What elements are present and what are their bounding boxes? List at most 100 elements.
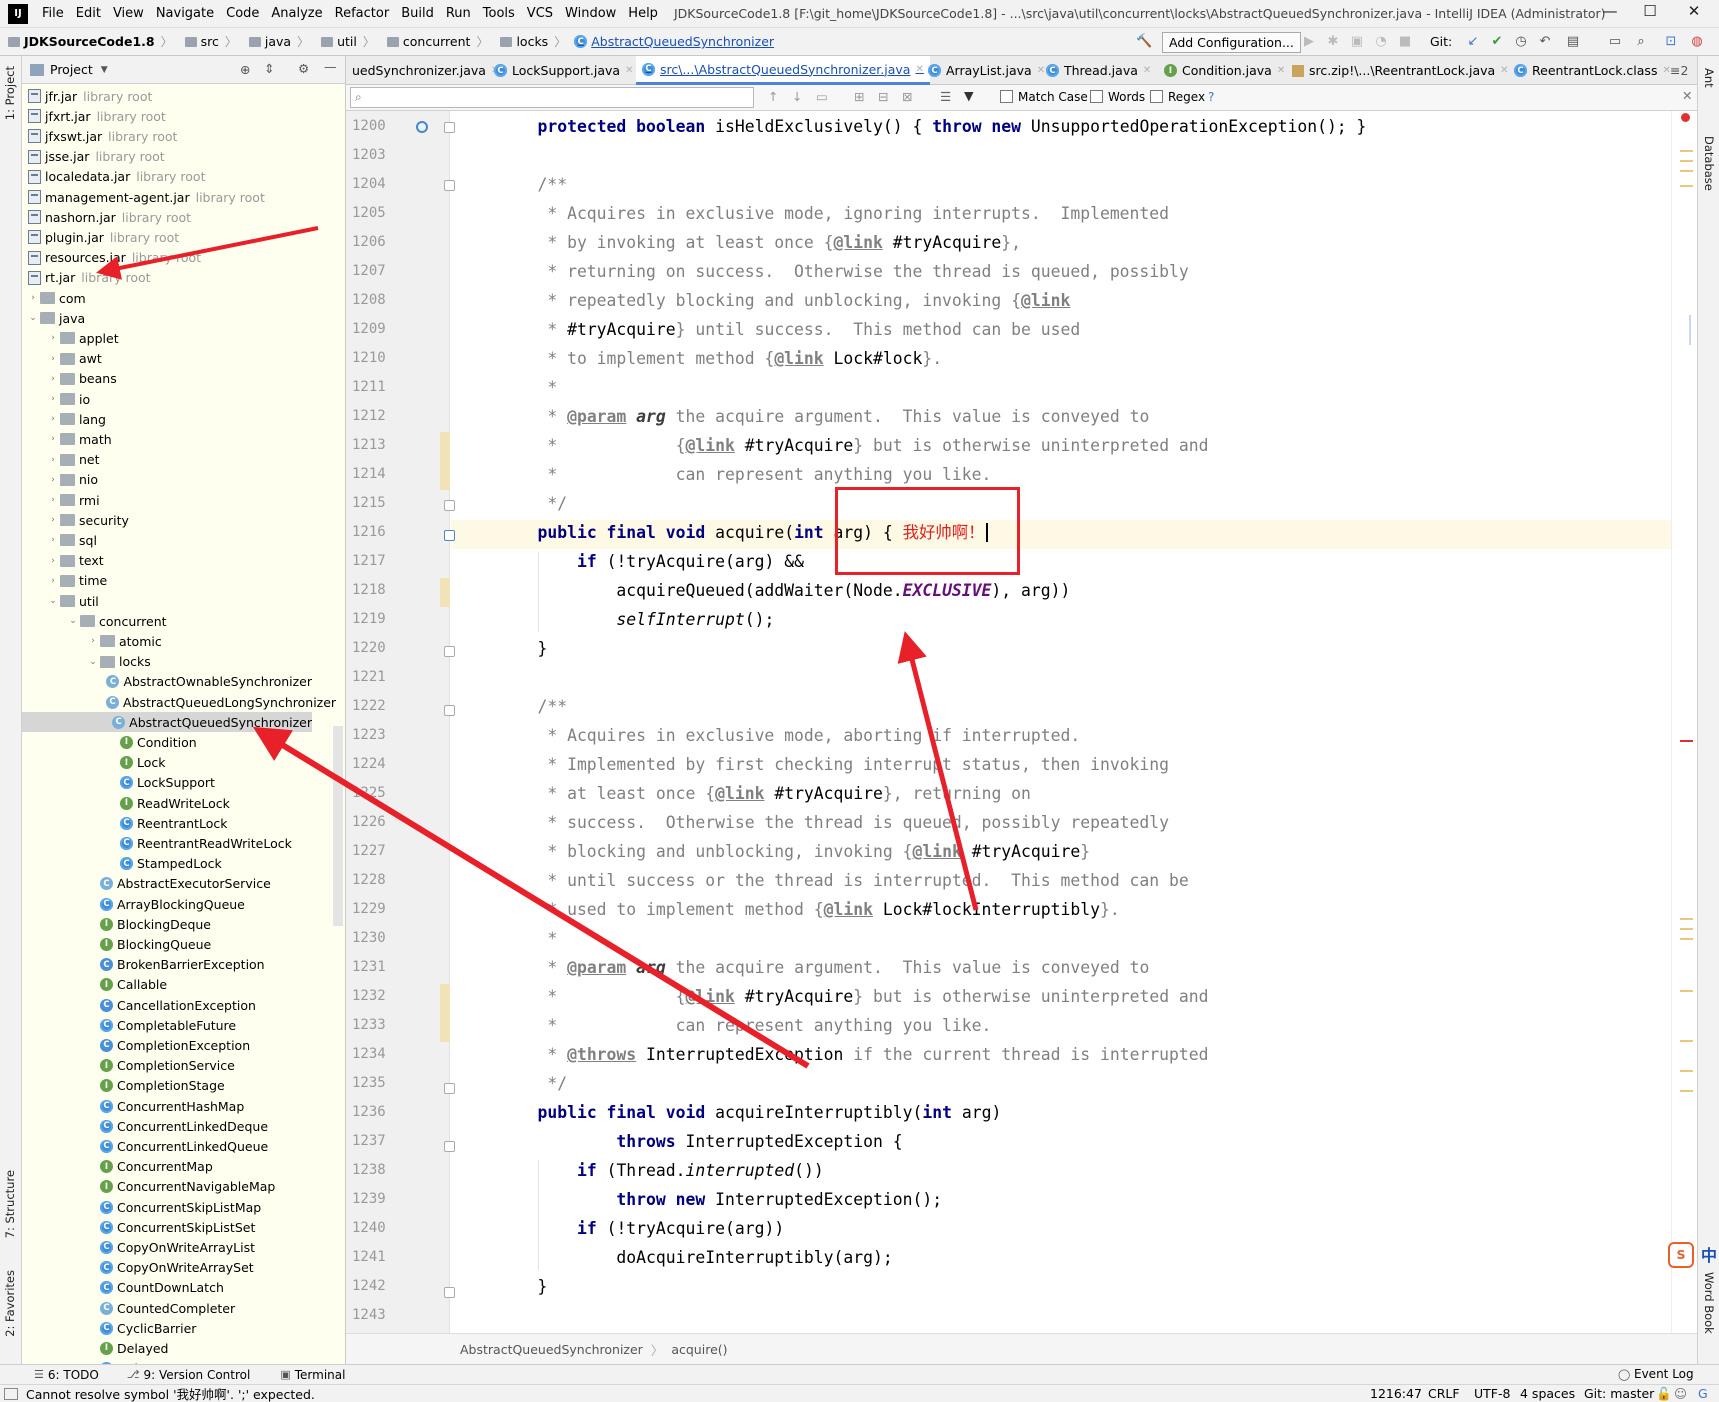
tree-item[interactable]: › com (22, 288, 312, 308)
input-method-icon[interactable]: 中 (1699, 1242, 1719, 1265)
tree-item[interactable]: I CompletionStage (22, 1076, 312, 1096)
plugin-icon[interactable]: ◍ (1690, 35, 1704, 49)
tab-uedsynchronizer[interactable]: uedSynchronizer.java✕ (346, 56, 505, 85)
collapse-all-icon[interactable]: ⇕ (264, 61, 274, 76)
tree-item[interactable]: C ConcurrentLinkedQueue (22, 1136, 312, 1156)
breadcrumb-src[interactable]: src 〉 (177, 33, 237, 50)
tree-item[interactable]: I BlockingDeque (22, 914, 312, 934)
favorites-tool-tab[interactable]: 2: Favorites (3, 1270, 17, 1337)
tree-item[interactable]: C CopyOnWriteArrayList (22, 1237, 312, 1257)
fold-marker[interactable] (444, 530, 455, 541)
scrollbar-thumb[interactable] (1689, 315, 1691, 345)
menu-analyze[interactable]: Analyze (265, 6, 328, 21)
tree-item[interactable]: C CountedCompleter (22, 1298, 312, 1318)
tab-reentrantlock-java[interactable]: src.zip!\...\ReentrantLock.java ✕ (1286, 56, 1515, 85)
vcs-commit-icon[interactable]: ✔ (1490, 35, 1504, 49)
translate-icon[interactable]: ⊡ (1664, 35, 1678, 49)
chevron-right-icon[interactable]: › (46, 414, 60, 424)
tree-item[interactable]: › nio (22, 470, 312, 490)
close-find-icon[interactable]: ✕ (1682, 88, 1692, 103)
tree-item[interactable]: › sql (22, 530, 312, 550)
vcs-change-marker[interactable] (440, 984, 450, 1042)
tree-item[interactable]: ⌄ util (22, 591, 312, 611)
chevron-right-icon[interactable]: › (46, 495, 60, 505)
menu-help[interactable]: Help (622, 6, 664, 21)
previous-occurrence-icon[interactable]: ↑ (768, 89, 778, 104)
tree-item[interactable]: nashorn.jar library root (22, 207, 312, 227)
inspector-icon[interactable]: ☺ (1674, 1386, 1687, 1401)
chevron-right-icon[interactable]: › (26, 293, 40, 303)
tabs-overflow-button[interactable]: ≡2 (1664, 56, 1694, 85)
tree-item[interactable]: › atomic (22, 631, 312, 651)
line-separator[interactable]: CRLF (1428, 1386, 1460, 1401)
tree-item[interactable]: I Condition (22, 732, 312, 752)
close-tab-icon[interactable]: ✕ (1143, 65, 1151, 76)
tree-item[interactable]: management-agent.jar library root (22, 187, 312, 207)
menu-file[interactable]: File (36, 6, 70, 21)
locate-file-icon[interactable]: ⊕ (240, 62, 250, 77)
chevron-right-icon[interactable]: › (46, 535, 60, 545)
tree-item[interactable]: › lang (22, 409, 312, 429)
hide-panel-icon[interactable]: — (324, 59, 337, 74)
search-input[interactable]: ⌕ (350, 87, 754, 108)
tool-windows-icon[interactable] (4, 1387, 18, 1400)
tree-item[interactable]: I CompletionService (22, 1056, 312, 1076)
stripe-marker[interactable] (1680, 990, 1693, 992)
project-structure-icon[interactable]: ▤ (1566, 35, 1580, 49)
tree-item[interactable]: C ReentrantReadWriteLock (22, 833, 312, 853)
sogou-ime-icon[interactable]: S (1668, 1242, 1694, 1268)
breadcrumb-class[interactable]: C AbstractQueuedSynchronizer (570, 34, 774, 49)
stripe-marker[interactable] (1680, 938, 1693, 940)
stripe-marker[interactable] (1680, 1070, 1693, 1072)
chevron-right-icon[interactable]: › (46, 576, 60, 586)
tree-item[interactable]: C CompletionException (22, 1035, 312, 1055)
tree-item[interactable]: C LockSupport (22, 773, 312, 793)
ant-tool-tab[interactable]: Ant (1702, 68, 1716, 88)
caret-position[interactable]: 1216:47 (1370, 1386, 1422, 1401)
chevron-down-icon[interactable]: ⌄ (26, 313, 40, 323)
tab-reentrantlock-class[interactable]: C ReentrantLock.class ✕ (1508, 56, 1677, 85)
select-all-occurrences-icon[interactable]: ⊞ (854, 89, 864, 104)
tree-item[interactable]: ⌄ locks (22, 652, 312, 672)
tree-item[interactable]: C ArrayBlockingQueue (22, 894, 312, 914)
lock-icon[interactable]: 🔓 (1656, 1386, 1672, 1402)
breadcrumb-concurrent[interactable]: concurrent 〉 (379, 33, 488, 50)
tree-item[interactable]: › beans (22, 369, 312, 389)
fold-marker[interactable] (444, 180, 455, 191)
tree-item[interactable]: C StampedLock (22, 854, 312, 874)
chevron-down-icon[interactable]: ⌄ (86, 657, 100, 667)
menu-refactor[interactable]: Refactor (329, 6, 396, 21)
implements-method-icon[interactable] (416, 121, 428, 133)
menu-build[interactable]: Build (395, 6, 440, 21)
chevron-right-icon[interactable]: › (46, 333, 60, 343)
structure-tool-tab[interactable]: 7: Structure (3, 1170, 17, 1238)
tree-item[interactable]: C BrokenBarrierException (22, 955, 312, 975)
breadcrumb-method-name[interactable]: acquire() (671, 1342, 727, 1357)
tree-item[interactable]: › time (22, 571, 312, 591)
tree-item[interactable]: jsse.jar library root (22, 147, 312, 167)
indent-setting[interactable]: 4 spaces (1520, 1386, 1575, 1401)
chevron-right-icon[interactable]: › (46, 434, 60, 444)
chevron-right-icon[interactable]: › (46, 374, 60, 384)
tree-item[interactable]: › text (22, 551, 312, 571)
coverage-icon[interactable]: ▣ (1350, 35, 1364, 49)
chevron-down-icon[interactable]: ⌄ (46, 596, 60, 606)
profile-icon[interactable]: ◔ (1374, 35, 1388, 49)
tree-item[interactable]: C AbstractOwnableSynchronizer (22, 672, 312, 692)
layout-icon[interactable]: ▭ (1608, 35, 1622, 49)
tab-thread[interactable]: C Thread.java ✕ (1040, 56, 1157, 85)
stripe-marker[interactable] (1680, 160, 1693, 162)
chevron-right-icon[interactable]: › (46, 515, 60, 525)
tab-condition[interactable]: I Condition.java ✕ (1158, 56, 1291, 85)
todo-tool-button[interactable]: 6: TODO (48, 1368, 99, 1382)
history-icon[interactable]: ◷ (1514, 35, 1528, 49)
tree-item[interactable]: rt.jar library root (22, 268, 312, 288)
tree-item[interactable]: › net (22, 450, 312, 470)
tree-item[interactable]: › applet (22, 328, 312, 348)
breadcrumb-project[interactable]: JDKSourceCode1.8 〉 (0, 33, 173, 50)
close-icon[interactable]: ✕ (1672, 2, 1716, 26)
version-control-tool-button[interactable]: 9: Version Control (144, 1368, 251, 1382)
tree-item[interactable]: I Lock (22, 753, 312, 773)
git-branch[interactable]: Git: master (1584, 1386, 1654, 1401)
chevron-right-icon[interactable]: › (46, 394, 60, 404)
